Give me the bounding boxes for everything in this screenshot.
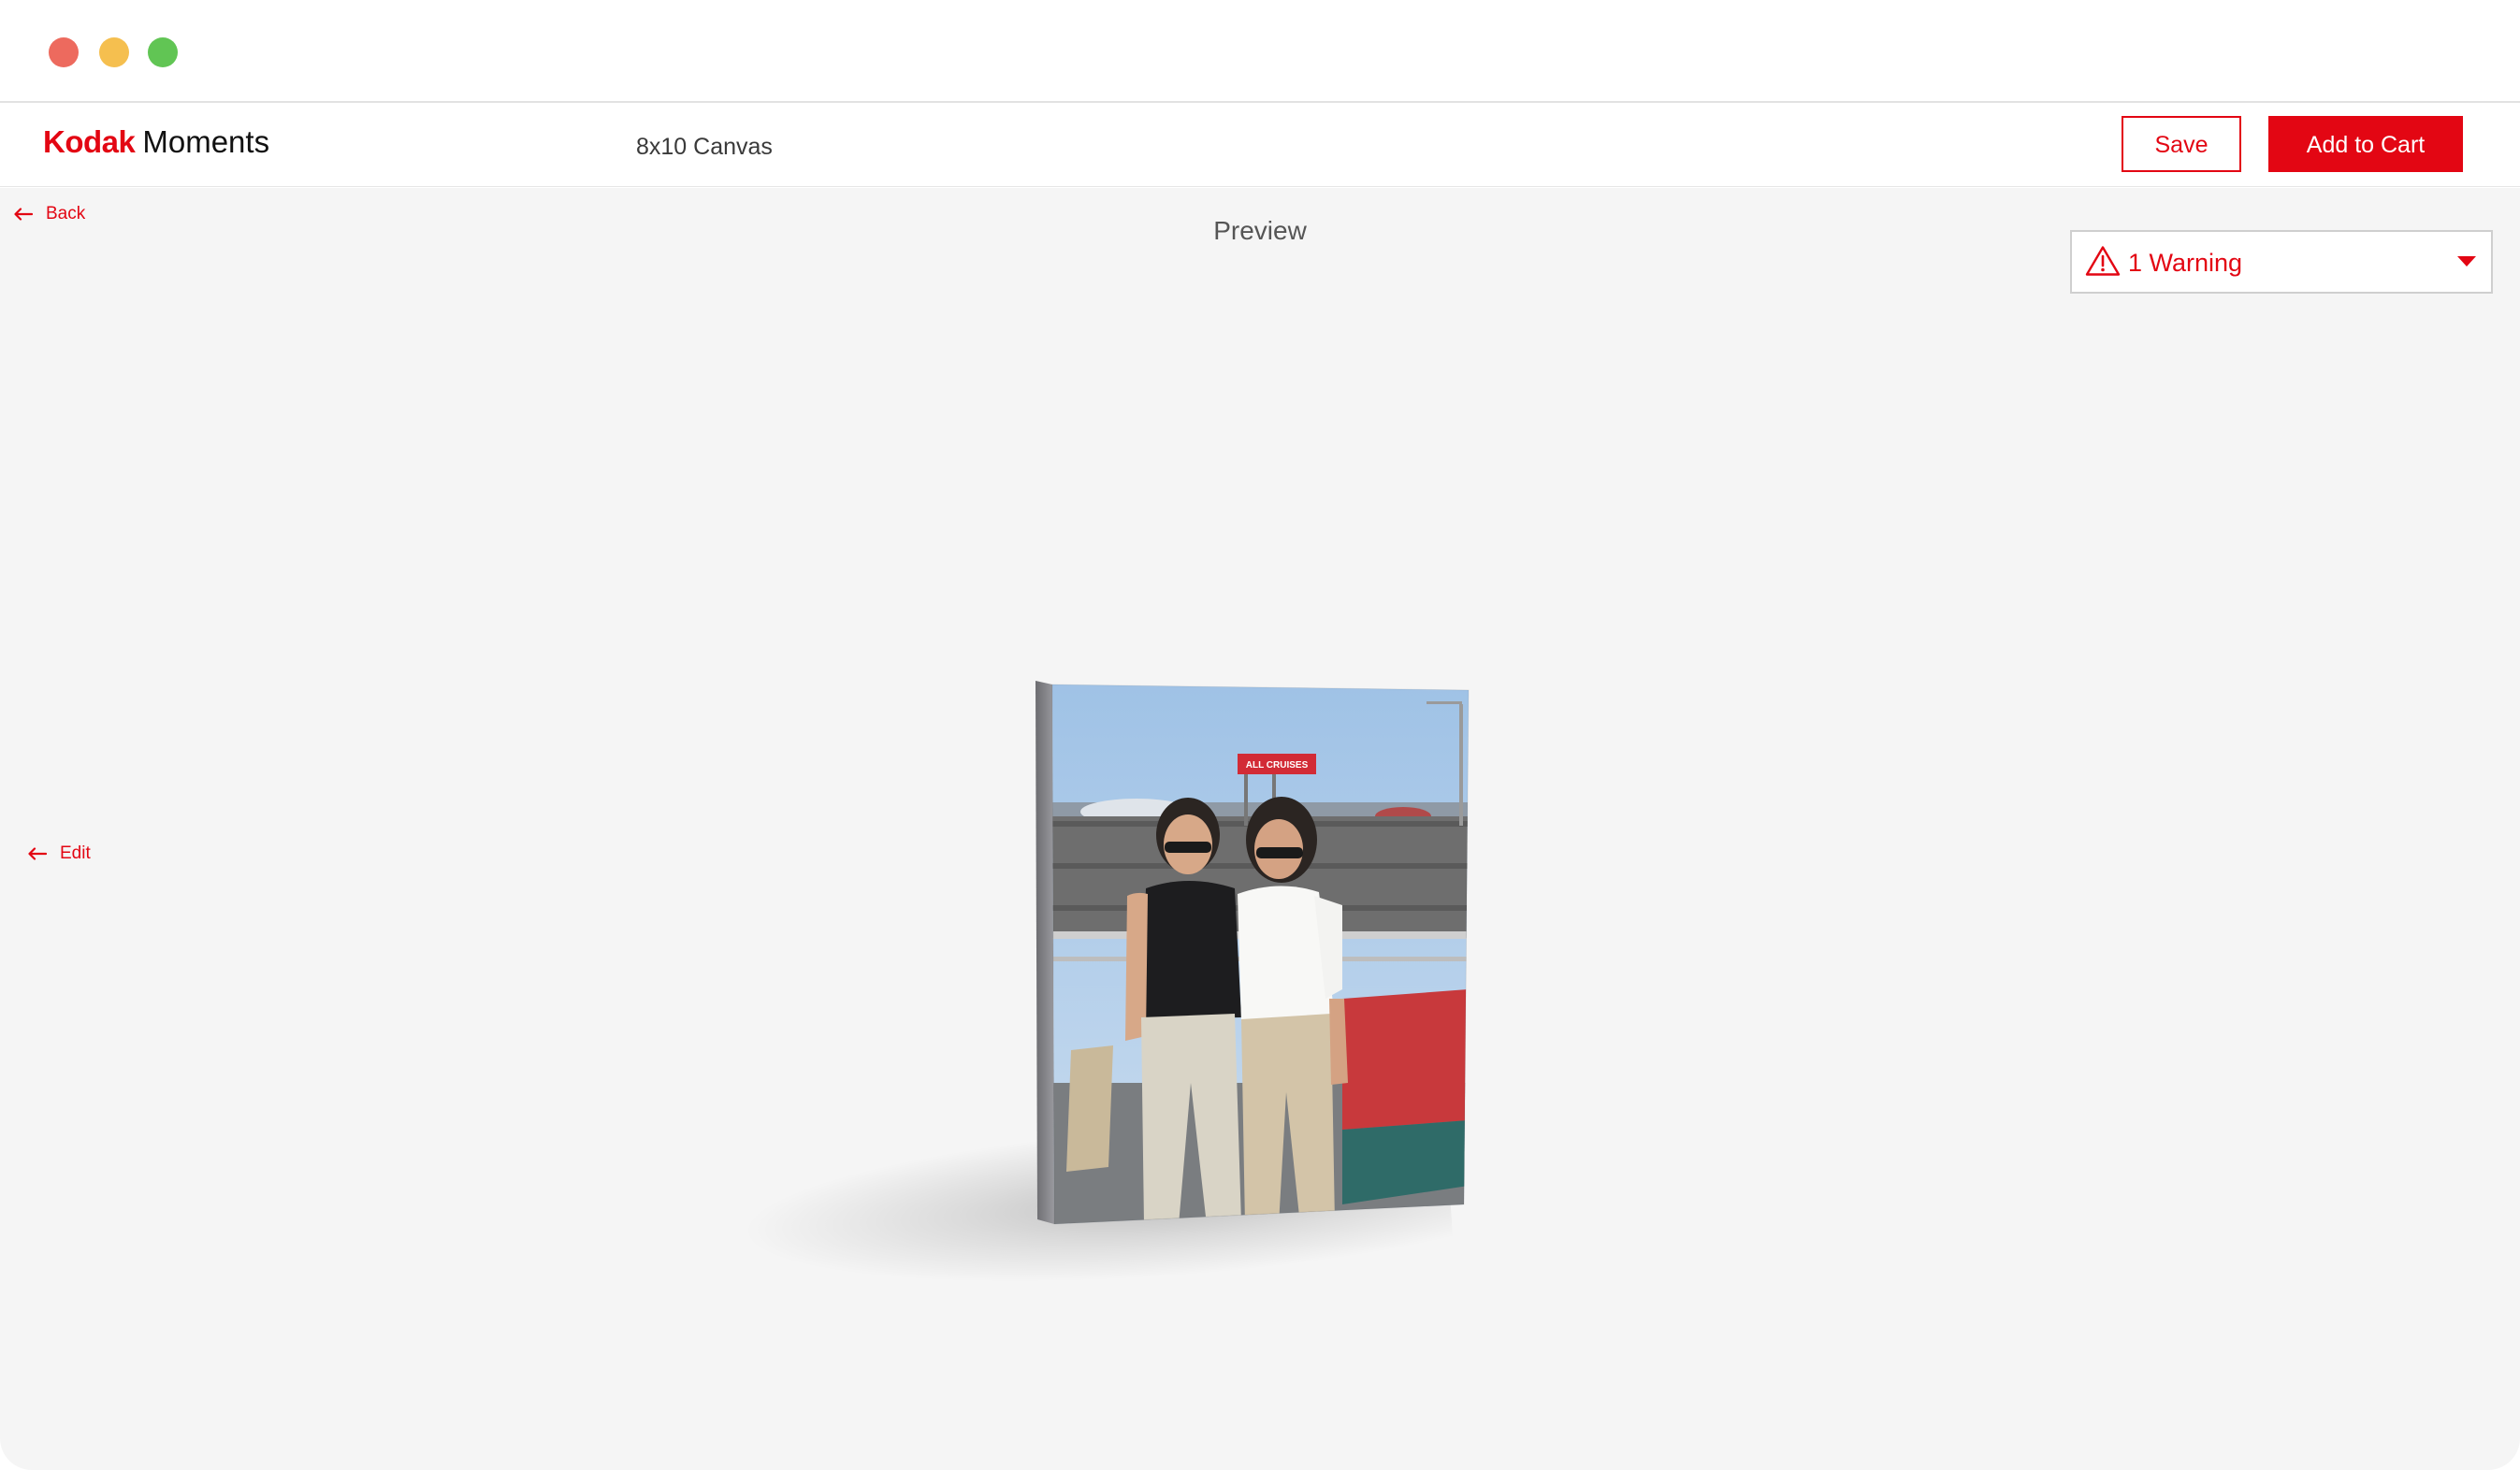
window-zoom-button[interactable] (148, 37, 178, 67)
app-window: Kodak Moments 8x10 Canvas Save Add to Car… (0, 0, 2520, 1470)
canvas-edge (1036, 681, 1054, 1224)
canvas-photo: ALL CRUISES (1052, 685, 1469, 1224)
window-minimize-button[interactable] (99, 37, 129, 67)
warning-dropdown[interactable]: 1 Warning (2070, 230, 2493, 294)
kodak-moments-logo[interactable]: Kodak Moments (43, 122, 269, 163)
product-name: 8x10 Canvas (636, 134, 773, 160)
canvas-print-preview: ALL CRUISES (1036, 681, 1470, 1225)
arrow-left-icon (28, 847, 47, 860)
logo-kodak-text: Kodak (43, 124, 136, 159)
save-button[interactable]: Save (2122, 116, 2241, 172)
app-header: Kodak Moments 8x10 Canvas Save Add to Car… (0, 103, 2520, 187)
photo-sign-text: ALL CRUISES (1246, 760, 1309, 771)
logo-moments-text: Moments (142, 124, 270, 159)
window-titlebar (0, 0, 2520, 103)
caret-down-icon (2457, 256, 2476, 267)
warning-triangle-icon (2085, 246, 2121, 276)
preview-area: Back Preview 1 Warning Edit ALL CRUISES (0, 188, 2520, 1470)
window-close-button[interactable] (49, 37, 79, 67)
edit-label: Edit (60, 843, 91, 863)
warning-label: 1 Warning (2128, 249, 2243, 277)
edit-link[interactable]: Edit (28, 843, 91, 865)
add-to-cart-button[interactable]: Add to Cart (2268, 116, 2463, 172)
